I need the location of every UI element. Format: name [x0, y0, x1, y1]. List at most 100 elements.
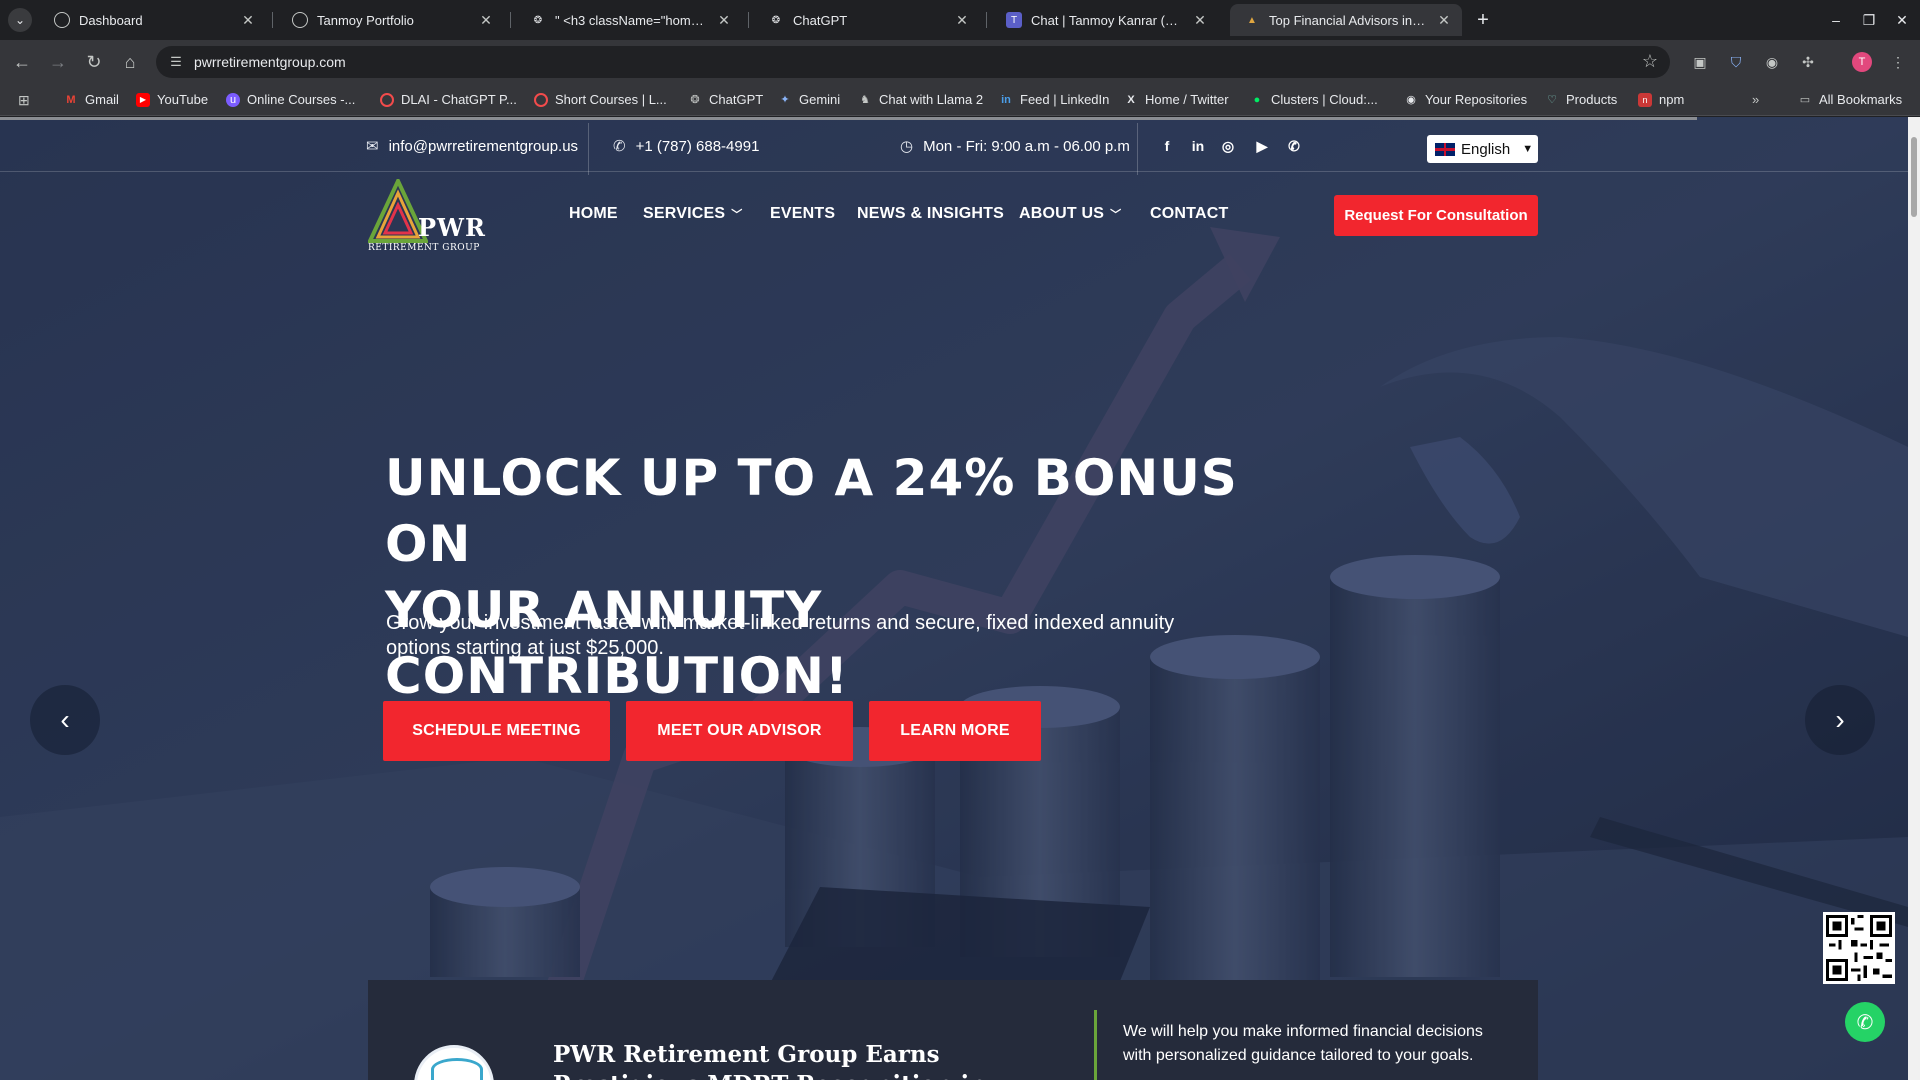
- nav-contact[interactable]: CONTACT: [1150, 205, 1228, 223]
- camera-extension-icon[interactable]: ◉: [1762, 52, 1782, 72]
- close-icon[interactable]: ✕: [240, 12, 256, 29]
- bookmark-twitter[interactable]: X Home / Twitter: [1124, 92, 1228, 107]
- back-icon[interactable]: ←: [10, 50, 34, 74]
- mdrt-award-badge: [414, 1045, 494, 1080]
- youtube-icon[interactable]: ▶: [1252, 138, 1272, 155]
- close-icon[interactable]: ✕: [478, 12, 494, 29]
- tab-search-button[interactable]: ⌄: [8, 8, 32, 32]
- phone-link[interactable]: ✆ +1 (787) 688-4991: [613, 137, 759, 156]
- home-icon[interactable]: ⌂: [118, 50, 142, 74]
- tab-code-snippet[interactable]: ❂ " <h3 className="home_sub ✕: [516, 4, 742, 36]
- carousel-next-button[interactable]: ›: [1805, 685, 1875, 755]
- profile-avatar[interactable]: T: [1852, 52, 1872, 72]
- bookmark-label: Chat with Llama 2: [879, 92, 984, 107]
- llama-icon: ♞: [860, 93, 870, 106]
- nav-label: SERVICES: [643, 205, 726, 222]
- bookmark-label: Feed | LinkedIn: [1020, 92, 1110, 107]
- learn-more-button[interactable]: LEARN MORE: [869, 701, 1041, 761]
- bookmark-chatgpt[interactable]: ❂ ChatGPT: [688, 92, 763, 107]
- site-logo[interactable]: PWR RETIREMENT GROUP: [368, 179, 486, 259]
- phone-icon: ✆: [613, 138, 626, 155]
- bookmark-linkedin[interactable]: in Feed | LinkedIn: [999, 92, 1109, 107]
- openai-icon: ❂: [771, 14, 781, 26]
- tab-chatgpt[interactable]: ❂ ChatGPT ✕: [754, 4, 980, 36]
- tab-pwr-active[interactable]: ▲ Top Financial Advisors in Pue ✕: [1230, 4, 1462, 36]
- logo-wordmark: PWR: [418, 213, 486, 242]
- bookmark-products[interactable]: ♡ Products: [1545, 92, 1617, 107]
- nav-home[interactable]: HOME: [569, 205, 618, 223]
- all-bookmarks[interactable]: ▭ All Bookmarks: [1798, 92, 1902, 107]
- bookmark-npm[interactable]: n npm: [1638, 92, 1684, 107]
- carousel-prev-button[interactable]: ‹: [30, 685, 100, 755]
- page-scrollbar[interactable]: [1908, 117, 1920, 1080]
- shield-extension-icon[interactable]: ⛉: [1726, 52, 1746, 72]
- tab-title: " <h3 className="home_sub: [555, 12, 708, 28]
- bookmark-short-courses[interactable]: Short Courses | L...: [534, 92, 667, 107]
- whatsapp-chat-button[interactable]: ✆: [1845, 1002, 1885, 1042]
- top-info-bar: ✉ info@pwrretirementgroup.us ✆ +1 (787) …: [0, 120, 1908, 175]
- schedule-meeting-button[interactable]: SCHEDULE MEETING: [383, 701, 610, 761]
- minimize-icon[interactable]: –: [1821, 8, 1851, 32]
- bookmark-online-courses[interactable]: u Online Courses -...: [226, 92, 355, 107]
- tab-teams-chat[interactable]: T Chat | Tanmoy Kanrar (You) | ✕: [992, 4, 1218, 36]
- tab-divider: [510, 12, 511, 28]
- bookmark-github[interactable]: ◉ Your Repositories: [1404, 92, 1527, 107]
- bookmarks-overflow-icon[interactable]: »: [1752, 92, 1759, 107]
- globe-icon: [54, 12, 70, 28]
- language-label: English: [1461, 140, 1511, 158]
- translate-extension-icon[interactable]: ▣: [1690, 52, 1710, 72]
- extensions-puzzle-icon[interactable]: ✣: [1798, 52, 1818, 72]
- close-icon[interactable]: ✕: [954, 12, 970, 29]
- bookmark-llama[interactable]: ♞ Chat with Llama 2: [858, 92, 983, 107]
- whatsapp-icon: ✆: [1856, 1011, 1874, 1034]
- reload-icon[interactable]: ↻: [82, 50, 106, 74]
- bookmark-star-icon[interactable]: ☆: [1642, 51, 1658, 72]
- address-bar[interactable]: ☰ pwrretirementgroup.com ☆: [156, 46, 1670, 78]
- tab-dashboard[interactable]: Dashboard ✕: [40, 4, 266, 36]
- pwr-icon: ▲: [1247, 14, 1257, 26]
- close-icon[interactable]: ✕: [716, 12, 732, 29]
- instagram-icon[interactable]: ◎: [1218, 138, 1238, 155]
- forward-icon[interactable]: →: [46, 50, 70, 74]
- nav-label: EVENTS: [770, 205, 836, 222]
- linkedin-icon[interactable]: in: [1188, 138, 1208, 154]
- close-icon[interactable]: ✕: [1192, 12, 1208, 29]
- nav-services[interactable]: SERVICES ﹀: [643, 205, 742, 223]
- bookmark-gemini[interactable]: ✦ Gemini: [778, 92, 840, 107]
- bookmark-label: ChatGPT: [709, 92, 764, 107]
- openai-icon: ❂: [690, 93, 700, 106]
- email-link[interactable]: ✉ info@pwrretirementgroup.us: [366, 137, 578, 156]
- bookmark-youtube[interactable]: ▶ YouTube: [136, 92, 208, 107]
- language-selector[interactable]: English ▼: [1427, 135, 1538, 163]
- scrollbar-thumb[interactable]: [1911, 137, 1917, 217]
- youtube-icon: ▶: [136, 92, 150, 107]
- apps-grid-icon[interactable]: ⊞: [18, 92, 30, 109]
- window-close-icon[interactable]: ✕: [1887, 8, 1917, 32]
- qr-code-image[interactable]: [1823, 912, 1895, 984]
- meet-advisor-button[interactable]: MEET OUR ADVISOR: [626, 701, 853, 761]
- card-title[interactable]: PWR Retirement Group Earns Prestigious M…: [553, 1040, 1073, 1080]
- restore-icon[interactable]: ❐: [1854, 8, 1884, 32]
- nav-events[interactable]: EVENTS: [770, 205, 835, 223]
- x-icon: X: [1127, 93, 1135, 106]
- card-divider: [1094, 1010, 1097, 1080]
- facebook-icon[interactable]: f: [1157, 138, 1177, 154]
- bookmark-gmail[interactable]: M Gmail: [64, 92, 119, 107]
- deeplearning-icon: [380, 92, 394, 107]
- whatsapp-icon[interactable]: ✆: [1284, 138, 1304, 155]
- all-bookmarks-label: All Bookmarks: [1819, 92, 1903, 107]
- chevron-right-icon: ›: [1835, 704, 1845, 735]
- new-tab-button[interactable]: +: [1471, 8, 1495, 32]
- nav-news-insights[interactable]: NEWS & INSIGHTS: [857, 205, 1004, 223]
- browser-menu-icon[interactable]: ⋮: [1888, 52, 1908, 72]
- tab-portfolio[interactable]: Tanmoy Portfolio ✕: [278, 4, 504, 36]
- site-info-icon[interactable]: ☰: [166, 52, 186, 72]
- nav-about-us[interactable]: ABOUT US ﹀: [1019, 205, 1121, 223]
- bookmark-dlai[interactable]: DLAI - ChatGPT P...: [380, 92, 517, 107]
- request-consultation-button[interactable]: Request For Consultation: [1334, 195, 1538, 236]
- hero-subtitle: Grow your investment faster with market-…: [386, 612, 1175, 659]
- close-icon[interactable]: ✕: [1436, 12, 1452, 29]
- bookmark-mongodb[interactable]: ● Clusters | Cloud:...: [1250, 92, 1378, 107]
- browser-toolbar: ← → ↻ ⌂ ☰ pwrretirementgroup.com ☆ ▣ ⛉ ◉…: [0, 40, 1920, 84]
- bookmark-label: YouTube: [157, 92, 209, 107]
